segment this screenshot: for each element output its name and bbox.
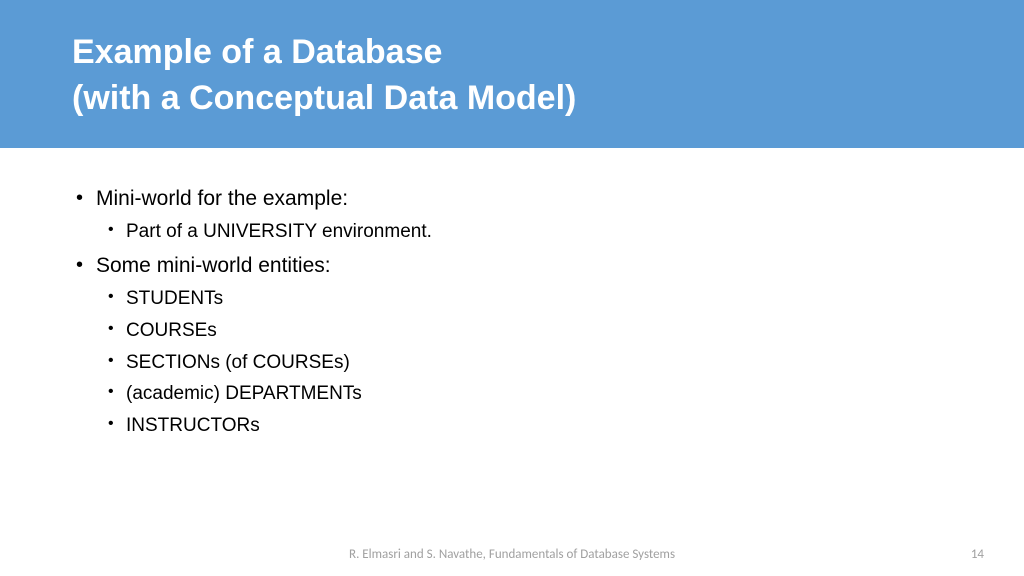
slide-header: Example of a Database (with a Conceptual… xyxy=(0,0,1024,148)
slide-content: Mini-world for the example: Part of a UN… xyxy=(0,148,1024,439)
bullet-text: STUDENTs xyxy=(126,288,223,309)
bullet-item: COURSEs xyxy=(72,318,952,345)
title-line-1: Example of a Database xyxy=(72,33,442,71)
bullet-text: (academic) DEPARTMENTs xyxy=(126,383,362,404)
bullet-text: COURSEs xyxy=(126,320,217,341)
bullet-item: INSTRUCTORs xyxy=(72,413,952,440)
bullet-text: Part of a UNIVERSITY environment. xyxy=(126,221,432,242)
bullet-item: STUDENTs xyxy=(72,286,952,313)
bullet-item: Part of a UNIVERSITY environment. xyxy=(72,219,952,246)
bullet-text: INSTRUCTORs xyxy=(126,415,260,436)
page-number: 14 xyxy=(971,547,984,562)
bullet-item: Mini-world for the example: xyxy=(72,184,952,213)
bullet-item: (academic) DEPARTMENTs xyxy=(72,381,952,408)
bullet-text: Some mini-world entities: xyxy=(96,254,331,277)
bullet-text: SECTIONs (of COURSEs) xyxy=(126,352,350,373)
footer-attribution: R. Elmasri and S. Navathe, Fundamentals … xyxy=(0,547,1024,562)
bullet-item: Some mini-world entities: xyxy=(72,251,952,280)
title-line-2: (with a Conceptual Data Model) xyxy=(72,79,576,117)
bullet-text: Mini-world for the example: xyxy=(96,187,348,210)
bullet-item: SECTIONs (of COURSEs) xyxy=(72,350,952,377)
slide-title: Example of a Database (with a Conceptual… xyxy=(72,30,576,122)
